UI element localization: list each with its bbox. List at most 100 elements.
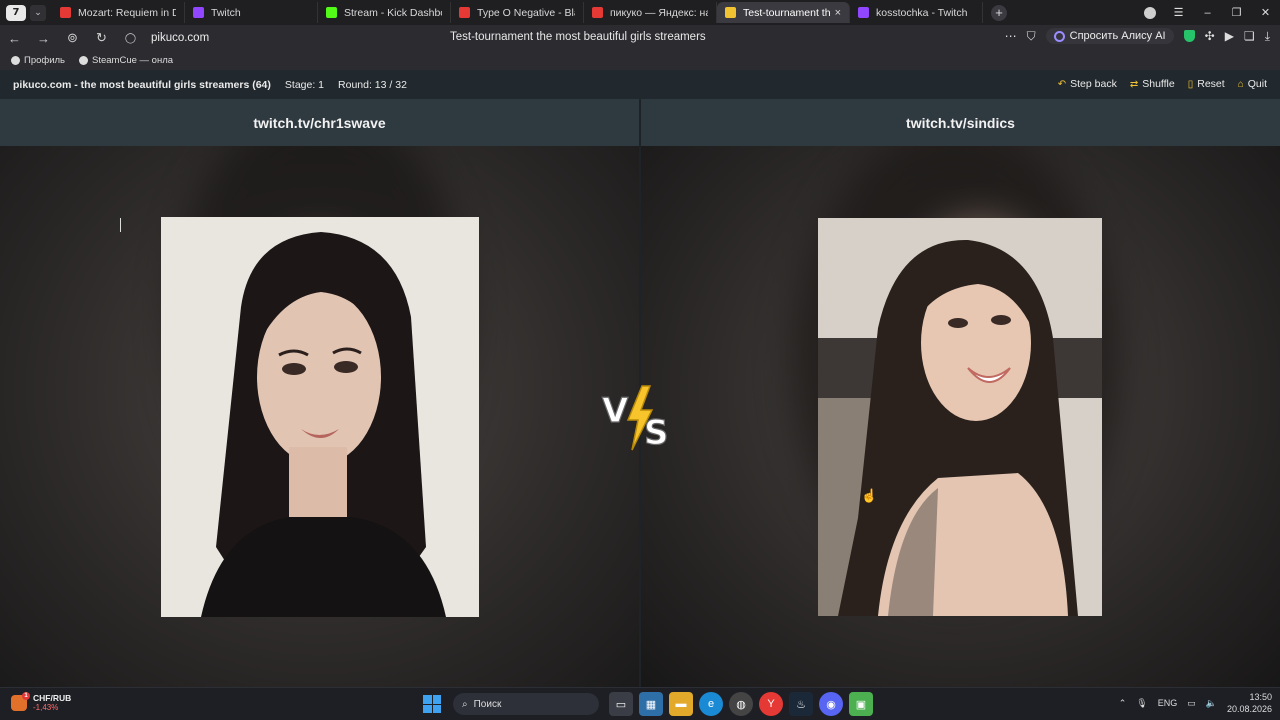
volume-icon[interactable]: 🔈: [1206, 698, 1217, 709]
browser-tab[interactable]: Mozart: Requiem in D Mino: [52, 2, 185, 23]
left-candidate-name[interactable]: twitch.tv/chr1swave: [0, 99, 639, 146]
left-candidate-photo[interactable]: [161, 217, 479, 617]
browser-tab[interactable]: kosstochka - Twitch: [850, 2, 983, 23]
shield-icon[interactable]: [1183, 30, 1195, 42]
undo-icon: ↶: [1057, 78, 1067, 90]
ticker-name: CHF/RUB: [33, 693, 72, 703]
file-explorer-icon[interactable]: ▬: [669, 692, 693, 716]
reset-label: Reset: [1197, 78, 1225, 90]
search-icon: ⌕: [462, 698, 468, 710]
quit-label: Quit: [1247, 78, 1267, 90]
step-back-button[interactable]: ↶ Step back: [1058, 78, 1117, 90]
menu-icon[interactable]: ☰: [1164, 6, 1193, 19]
network-icon[interactable]: ▭: [1187, 698, 1196, 709]
tabs: Mozart: Requiem in D Mino Twitch Stream - …: [52, 0, 983, 25]
twitch-icon: [858, 7, 869, 18]
browser-tab[interactable]: Test-tournament the mo ×: [717, 2, 850, 23]
shuffle-icon: ⇄: [1129, 78, 1139, 90]
back-icon[interactable]: ←: [0, 31, 29, 46]
microphone-icon[interactable]: 🎙: [1136, 698, 1147, 709]
downloads-icon[interactable]: ⤓: [1265, 29, 1270, 44]
taskbar: 1 CHF/RUB -1,43% ⌕ Поиск ▭ ▦ ▬ e ◍ Y ♨ ◉…: [0, 687, 1280, 720]
extensions-icon[interactable]: ✣: [1205, 29, 1215, 43]
site-info-icon[interactable]: ◯: [116, 33, 145, 44]
minecraft-icon[interactable]: ▣: [849, 692, 873, 716]
obs-icon[interactable]: ◍: [729, 692, 753, 716]
round-label: Round: 13 / 32: [338, 78, 407, 91]
kick-icon: [326, 7, 337, 18]
alice-button[interactable]: Спросить Алису AI: [1045, 28, 1174, 44]
reload-icon[interactable]: ↻: [87, 30, 116, 46]
right-candidate-photo[interactable]: [818, 218, 1102, 616]
avatar[interactable]: [1144, 6, 1156, 19]
url-field[interactable]: pikuco.com: [151, 32, 209, 44]
steam-icon: [79, 56, 89, 65]
tab-label: Type O Negative - Black N: [477, 6, 575, 19]
minimize-button[interactable]: –: [1193, 7, 1222, 19]
bookmark-item[interactable]: Профиль: [11, 55, 65, 66]
vs-logo: V S: [598, 382, 680, 454]
ticker-badge: 1: [22, 691, 30, 700]
restore-button[interactable]: ❐: [1222, 6, 1251, 19]
widgets-icon[interactable]: ▦: [639, 692, 663, 716]
browser-tab[interactable]: Stream - Kick Dashboard: [318, 2, 451, 23]
taskbar-apps: ⌕ Поиск ▭ ▦ ▬ e ◍ Y ♨ ◉ ▣: [423, 692, 873, 716]
language-indicator[interactable]: ENG: [1158, 698, 1178, 708]
browser-tab[interactable]: пикуко — Яндекс: нашлось: [584, 2, 717, 23]
address-actions: ⋯ ⛉ Спросить Алису AI ✣ ▶ ❏ ⤓: [1005, 28, 1270, 44]
home-icon: ⌂: [1237, 78, 1244, 90]
yandex-browser-icon[interactable]: Y: [759, 692, 783, 716]
profile-icon: [11, 56, 20, 65]
bookmark-icon[interactable]: ⛉: [1027, 29, 1036, 44]
portrait-image: [161, 217, 479, 617]
portrait-image: [818, 218, 1102, 616]
tab-label: Stream - Kick Dashboard: [344, 6, 442, 19]
reset-button[interactable]: ▯ Reset: [1188, 78, 1225, 90]
tab-label: Mozart: Requiem in D Mino: [78, 6, 176, 19]
browser-tab[interactable]: Type O Negative - Black N: [451, 2, 584, 23]
quit-button[interactable]: ⌂ Quit: [1238, 78, 1267, 90]
ticker-widget[interactable]: 1 CHF/RUB -1,43%: [11, 691, 72, 712]
chevron-up-icon[interactable]: ⌃: [1119, 698, 1127, 709]
discord-icon[interactable]: ◉: [819, 692, 843, 716]
more-icon[interactable]: ⋯: [1005, 29, 1017, 43]
tab-label: Test-tournament the mo: [743, 6, 831, 19]
protect-icon[interactable]: ⊚: [58, 30, 87, 46]
step-back-label: Step back: [1070, 78, 1117, 90]
bookmarks-bar: Профиль SteamCue — онла: [0, 51, 1280, 70]
clock[interactable]: 13:50 20.08.2026: [1227, 691, 1272, 715]
close-button[interactable]: ✕: [1251, 6, 1280, 19]
workspace-badge[interactable]: 7: [6, 4, 26, 21]
alice-icon: [1053, 30, 1065, 42]
hand-cursor-icon: ☝: [861, 488, 878, 503]
window-controls: ☰ – ❐ ✕: [1136, 0, 1280, 25]
bookmark-item[interactable]: SteamCue — онла: [79, 55, 173, 66]
twitch-icon: [193, 7, 204, 18]
edge-icon[interactable]: e: [699, 692, 723, 716]
text-cursor: [120, 218, 121, 232]
alice-label: Спросить Алису AI: [1069, 30, 1166, 42]
search-placeholder: Поиск: [473, 698, 502, 710]
page-title: Test-tournament the most beautiful girls…: [450, 31, 706, 43]
media-icon[interactable]: ▶: [1225, 29, 1234, 43]
vs-letter-s: S: [644, 413, 669, 453]
close-tab-icon[interactable]: ×: [835, 7, 841, 19]
windows-start-icon[interactable]: [423, 695, 441, 713]
shuffle-button[interactable]: ⇄ Shuffle: [1130, 78, 1175, 90]
vs-letter-v: V: [602, 391, 629, 431]
collections-icon[interactable]: ❏: [1244, 29, 1255, 43]
new-tab-button[interactable]: +: [991, 4, 1007, 21]
site-header: pikuco.com - the most beautiful girls st…: [0, 70, 1280, 99]
browser-tab[interactable]: Twitch: [185, 2, 318, 23]
steam-icon[interactable]: ♨: [789, 692, 813, 716]
trash-icon: ▯: [1187, 78, 1194, 90]
tab-label: kosstochka - Twitch: [876, 6, 968, 19]
chevron-down-icon[interactable]: ⌄: [30, 4, 46, 21]
right-candidate-name[interactable]: twitch.tv/sindics: [641, 99, 1280, 146]
bookmark-label: Профиль: [24, 55, 66, 66]
task-view-icon[interactable]: ▭: [609, 692, 633, 716]
yandex-icon: [592, 7, 603, 18]
tournament-title: pikuco.com - the most beautiful girls st…: [13, 78, 271, 91]
taskbar-search[interactable]: ⌕ Поиск: [453, 693, 599, 715]
forward-icon[interactable]: →: [29, 31, 58, 46]
